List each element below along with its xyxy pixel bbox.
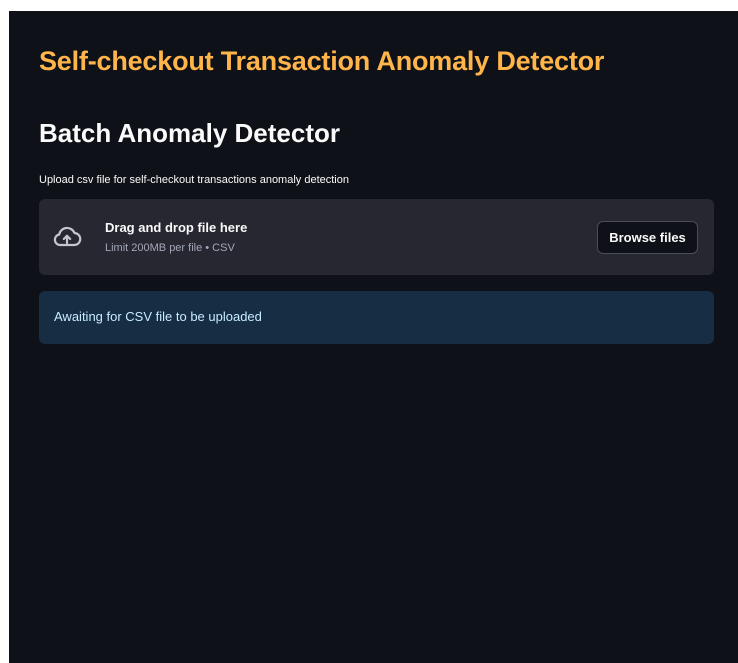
dropzone-file-limit: Limit 200MB per file • CSV	[105, 242, 235, 254]
browse-files-button[interactable]: Browse files	[597, 221, 698, 254]
cloud-upload-icon	[53, 226, 82, 247]
app-title: Self-checkout Transaction Anomaly Detect…	[39, 46, 605, 76]
app-container: Self-checkout Transaction Anomaly Detect…	[9, 11, 738, 663]
file-dropzone[interactable]: Drag and drop file here Limit 200MB per …	[39, 199, 714, 275]
dropzone-title: Drag and drop file here	[105, 220, 248, 235]
dropzone-instructions: Drag and drop file here Limit 200MB per …	[105, 220, 247, 254]
file-uploader-label: Upload csv file for self-checkout transa…	[39, 174, 349, 186]
info-alert: Awaiting for CSV file to be uploaded	[39, 291, 714, 344]
section-title: Batch Anomaly Detector	[39, 118, 340, 148]
